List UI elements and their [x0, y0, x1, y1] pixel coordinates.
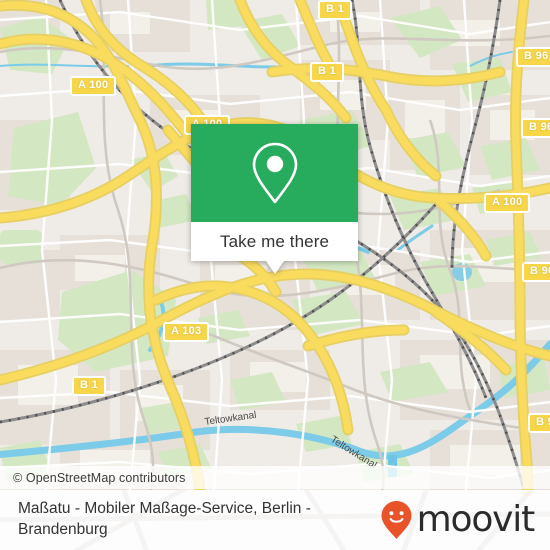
moovit-location-screenshot: Teltowkanal Teltowkanal A 100A 100B 1B 1…: [0, 0, 550, 550]
road-shield-b-1: B 1: [72, 376, 107, 396]
road-shield-a-103: A 103: [163, 322, 210, 342]
map-canvas[interactable]: Teltowkanal Teltowkanal A 100A 100B 1B 1…: [0, 0, 550, 490]
moovit-wordmark: moovit: [416, 499, 536, 540]
card-icon-area: [191, 124, 358, 222]
location-callout-card[interactable]: Take me there: [191, 124, 358, 274]
road-shield-b-96: B 96: [521, 118, 550, 138]
place-title: Maßatu - Mobiler Maßage-Service, Berlin …: [18, 500, 311, 538]
road-shield-b-96: B 96: [522, 262, 550, 282]
map-pin-icon: [252, 142, 297, 204]
road-shield-a-100: A 100: [484, 193, 531, 213]
callout-pointer: [265, 261, 284, 274]
road-shield-b-96: B 96: [528, 413, 550, 433]
map-attribution: © OpenStreetMap contributors: [0, 466, 550, 489]
road-shield-a-100: A 100: [70, 76, 117, 96]
footer-bar: Maßatu - Mobiler Maßage-Service, Berlin …: [0, 490, 550, 550]
road-shield-b-1: B 1: [310, 62, 345, 82]
attribution-text: © OpenStreetMap contributors: [13, 470, 186, 485]
road-shield-b-96: B 96: [516, 47, 550, 67]
take-me-there-label: Take me there: [219, 231, 330, 251]
road-shield-b-1: B 1: [318, 0, 353, 20]
take-me-there-button[interactable]: Take me there: [191, 222, 358, 274]
moovit-brand[interactable]: moovit: [380, 499, 536, 540]
moovit-smiley-pin-icon: [381, 501, 412, 539]
